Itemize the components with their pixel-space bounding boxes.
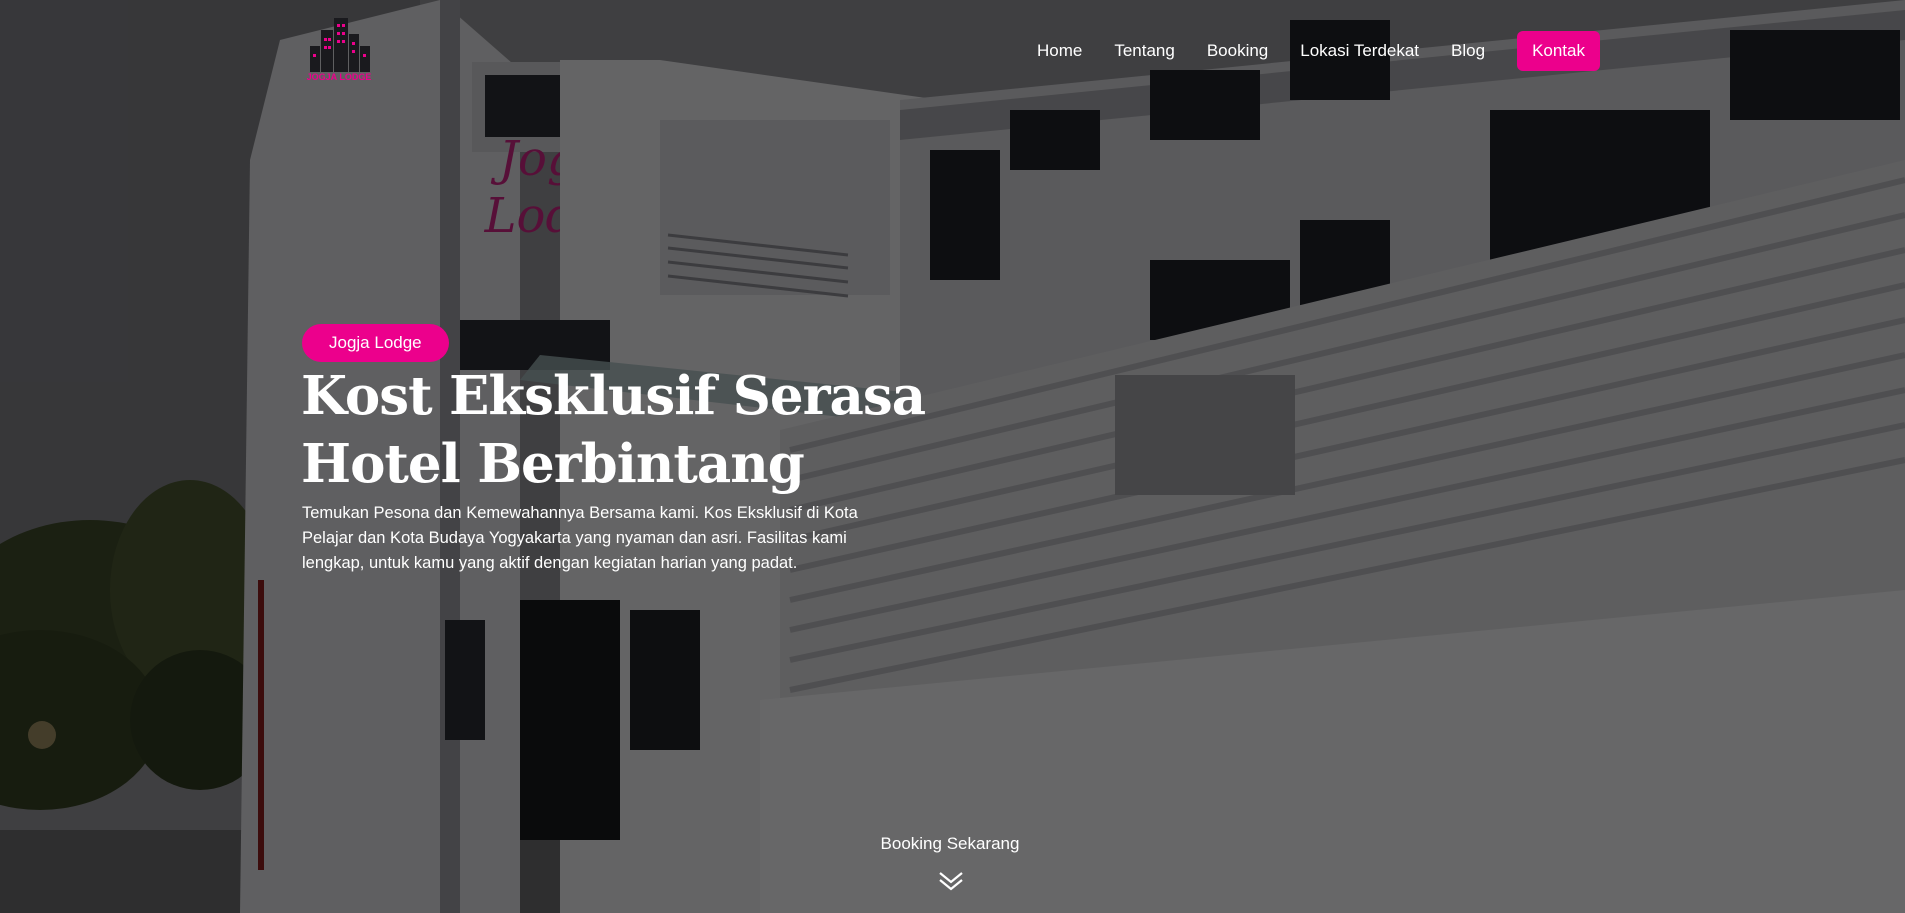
hero-headline: Kost Eksklusif Serasa Hotel Berbintang	[301, 365, 926, 495]
hero-section: Jogja Lodge	[0, 0, 1905, 913]
contact-button[interactable]: Kontak	[1517, 31, 1600, 71]
jogja-lodge-logo[interactable]: JOGJA LODGE	[304, 16, 374, 82]
top-navigation: JOGJA LODGE Home Tentang Booking Lokasi …	[0, 0, 1905, 100]
hero-badge: Jogja Lodge	[302, 324, 449, 362]
nav-blog[interactable]: Blog	[1451, 31, 1485, 71]
logo-text: JOGJA LODGE	[307, 72, 372, 82]
nav-booking[interactable]: Booking	[1207, 31, 1268, 71]
nav-lokasi-terdekat[interactable]: Lokasi Terdekat	[1300, 31, 1419, 71]
nav-tentang[interactable]: Tentang	[1114, 31, 1175, 71]
main-menu: Home Tentang Booking Lokasi Terdekat Blo…	[1005, 31, 1600, 71]
hero-description: Temukan Pesona dan Kemewahannya Bersama …	[302, 504, 858, 572]
nav-home[interactable]: Home	[1037, 31, 1082, 71]
chevron-double-down-icon[interactable]	[938, 870, 964, 892]
booking-now-link[interactable]: Booking Sekarang	[800, 834, 1100, 854]
